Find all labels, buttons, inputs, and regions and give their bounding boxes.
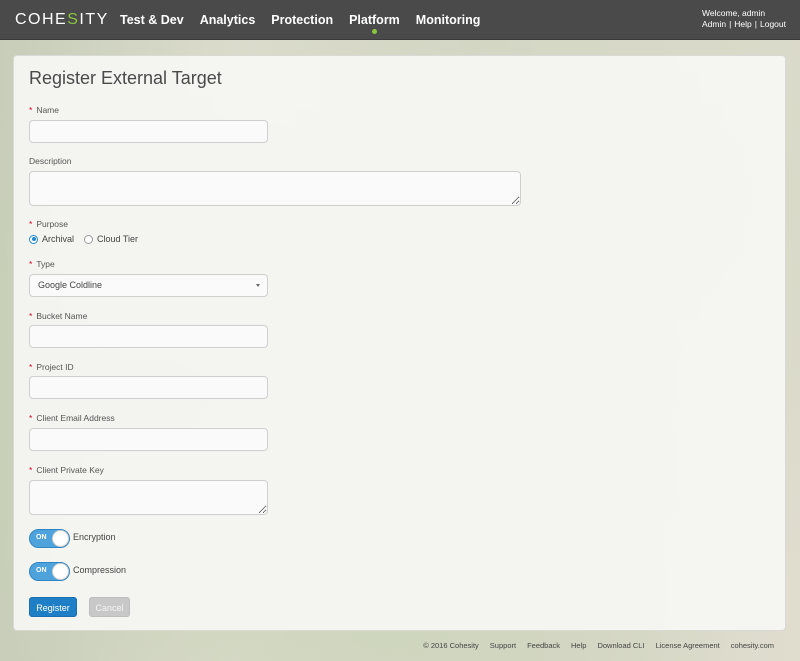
required-marker: * xyxy=(29,413,33,423)
footer: © 2016 Cohesity Support Feedback Help Do… xyxy=(412,641,774,650)
purpose-cloud-tier-radio[interactable]: Cloud Tier xyxy=(84,234,138,244)
page-title: Register External Target xyxy=(29,68,222,88)
bucket-name-label: * Bucket Name xyxy=(29,311,87,321)
purpose-archival-radio[interactable]: Archival xyxy=(29,234,74,244)
description-textarea[interactable] xyxy=(29,171,521,206)
name-label-text: Name xyxy=(36,105,59,115)
compression-toggle[interactable]: ON xyxy=(29,562,70,581)
purpose-label-text: Purpose xyxy=(36,219,68,229)
required-marker: * xyxy=(29,259,33,269)
encryption-toggle-row: ON Encryption xyxy=(29,529,116,548)
nav-protection-label: Protection xyxy=(271,13,334,27)
nav-platform-label: Platform xyxy=(349,13,400,27)
name-input[interactable] xyxy=(29,120,268,143)
cloud-tier-label: Cloud Tier xyxy=(97,234,139,244)
admin-link[interactable]: Admin xyxy=(702,19,726,29)
client-email-input[interactable] xyxy=(29,428,268,451)
nav-analytics-label: Analytics xyxy=(199,13,256,27)
compression-toggle-row: ON Compression xyxy=(29,562,126,581)
client-private-key-textarea[interactable] xyxy=(29,480,268,515)
copyright-text: © 2016 Cohesity xyxy=(423,641,479,650)
required-marker: * xyxy=(29,105,33,115)
nav-test-dev[interactable]: Test & Dev xyxy=(112,0,192,40)
toggle-knob xyxy=(52,563,69,580)
nav-monitoring-label: Monitoring xyxy=(415,13,481,27)
description-label: Description xyxy=(29,156,72,166)
purpose-radio-group: Archival Cloud Tier xyxy=(29,234,148,244)
type-label-text: Type xyxy=(36,259,55,269)
nav-test-dev-label: Test & Dev xyxy=(120,13,184,27)
register-target-card: Register External Target * Name Descripti… xyxy=(13,55,786,631)
cohesity-logo[interactable]: COHESITY xyxy=(15,11,109,29)
main-nav: Test & Dev Analytics Protection Platform… xyxy=(110,0,488,40)
required-marker: * xyxy=(29,311,33,321)
logo-text-right: ITY xyxy=(79,11,109,28)
compression-label: Compression xyxy=(73,565,127,575)
footer-link-help[interactable]: Help xyxy=(571,641,586,650)
nav-analytics[interactable]: Analytics xyxy=(192,0,264,40)
encryption-toggle[interactable]: ON xyxy=(29,529,70,548)
logo-text-accent: S xyxy=(67,11,80,28)
encryption-label: Encryption xyxy=(73,531,116,542)
nav-platform[interactable]: Platform xyxy=(341,0,408,40)
type-select[interactable]: Google Coldline xyxy=(29,274,268,297)
nav-monitoring[interactable]: Monitoring xyxy=(408,0,489,40)
active-nav-indicator xyxy=(371,29,377,34)
footer-link-download-cli[interactable]: Download CLI xyxy=(597,641,644,650)
user-links: Admin | Help | Logout xyxy=(702,19,786,30)
footer-link-cohesity-site[interactable]: cohesity.com xyxy=(731,641,774,650)
required-marker: * xyxy=(29,465,33,475)
purpose-label: * Purpose xyxy=(29,219,68,229)
key-label-text: Client Private Key xyxy=(36,465,104,475)
footer-link-feedback[interactable]: Feedback xyxy=(527,641,560,650)
toggle-knob xyxy=(52,530,69,547)
email-label-text: Client Email Address xyxy=(36,413,115,423)
logout-link[interactable]: Logout xyxy=(760,19,786,29)
link-separator: | xyxy=(754,19,757,29)
nav-protection[interactable]: Protection xyxy=(263,0,341,40)
bucket-label-text: Bucket Name xyxy=(36,311,88,321)
help-link[interactable]: Help xyxy=(734,19,751,29)
client-private-key-label: * Client Private Key xyxy=(29,465,104,475)
chevron-down-icon xyxy=(256,284,260,287)
required-marker: * xyxy=(29,362,33,372)
archival-label: Archival xyxy=(42,234,75,244)
register-button[interactable]: Register xyxy=(29,597,77,617)
project-id-label: * Project ID xyxy=(29,362,74,372)
logo-text-left: COHE xyxy=(15,11,68,28)
client-email-label: * Client Email Address xyxy=(29,413,115,423)
radio-unselected-icon xyxy=(84,234,94,244)
name-label: * Name xyxy=(29,105,59,115)
type-select-value: Google Coldline xyxy=(38,280,103,290)
footer-link-support[interactable]: Support xyxy=(490,641,516,650)
welcome-text: Welcome, admin xyxy=(701,8,766,18)
encryption-toggle-state: ON xyxy=(36,534,47,541)
compression-toggle-state: ON xyxy=(36,567,47,574)
description-label-text: Description xyxy=(29,156,72,166)
required-marker: * xyxy=(29,219,33,229)
user-menu: Welcome, admin Admin | Help | Logout xyxy=(702,8,786,30)
cancel-button[interactable]: Cancel xyxy=(89,597,130,617)
project-id-input[interactable] xyxy=(29,376,268,399)
type-label: * Type xyxy=(29,259,55,269)
radio-selected-icon xyxy=(29,234,38,244)
bucket-name-input[interactable] xyxy=(29,325,268,348)
project-label-text: Project ID xyxy=(36,362,74,372)
footer-link-license[interactable]: License Agreement xyxy=(656,641,720,650)
top-navigation-bar: COHESITY Test & Dev Analytics Protection… xyxy=(0,0,800,40)
